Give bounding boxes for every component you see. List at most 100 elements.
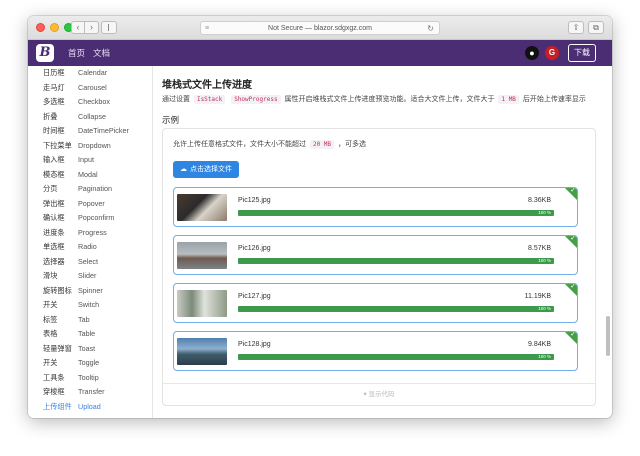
- sidebar-item-carousel[interactable]: 走马灯 Carousel: [28, 81, 152, 96]
- progress-bar: 100 %: [238, 354, 554, 360]
- file-size: 11.19KB: [524, 293, 551, 300]
- share-icon[interactable]: ⇧: [568, 21, 584, 34]
- page-icon: ≡: [205, 25, 210, 32]
- desc-text: 通过设置: [162, 96, 190, 103]
- sidebar-item-radio[interactable]: 单选框 Radio: [28, 240, 152, 255]
- desc-text: 属性开启堆栈式文件上传进度预览功能。适合大文件上传，文件大于: [284, 96, 495, 103]
- browser-actions: ⇧ ⧉: [568, 21, 604, 34]
- sidebar-item-en-label: Switch: [78, 300, 100, 309]
- sidebar-item-cn-label: 折叠: [43, 111, 58, 121]
- sidebar-item-en-label: Tooltip: [78, 372, 99, 382]
- code-showprogress: ShowProgress: [231, 95, 281, 104]
- select-file-button[interactable]: ☁ 点击选择文件: [173, 161, 239, 178]
- browser-toolbar: ‹ › ≡ Not Secure — blazor.sdgxgz.com ↻ ⇧…: [28, 16, 612, 40]
- tabs-icon[interactable]: ⧉: [588, 21, 604, 34]
- main-content: 堆栈式文件上传进度 通过设置 IsStack ShowProgress 属性开启…: [154, 66, 612, 418]
- check-icon: ✓: [570, 235, 576, 242]
- sidebar-item-spinner[interactable]: 旋转图标 Spinner: [28, 284, 152, 299]
- sidebar-item-cn-label: 标签: [43, 314, 58, 324]
- nav-link-home[interactable]: 首页: [68, 47, 85, 59]
- sidebar-item-cn-label: 单选框: [43, 242, 65, 251]
- sidebar-item-cn-label: 输入框: [43, 155, 65, 164]
- sidebar-item-en-label: Tab: [78, 314, 90, 324]
- sidebar-item-en-label: Toast: [78, 343, 96, 353]
- sidebar-item-cn-label: 选择器: [43, 256, 65, 266]
- forward-button[interactable]: ›: [85, 21, 99, 34]
- file-size: 8.57KB: [528, 245, 551, 252]
- file-size: 9.84KB: [528, 341, 551, 348]
- nav-links: 首页 文档: [68, 47, 110, 59]
- sidebar-item-en-label: Upload: [78, 401, 101, 411]
- sidebar-item-checkbox[interactable]: 多选框 Checkbox: [28, 95, 152, 110]
- cloud-upload-icon: ☁: [180, 166, 187, 173]
- sidebar-toggle-button[interactable]: [101, 21, 117, 34]
- sidebar-item-transfer[interactable]: 穿梭框 Transfer: [28, 385, 152, 400]
- file-item: Pic128.jpg 9.84KB 100 % ✓: [173, 331, 578, 371]
- file-name: Pic128.jpg: [238, 341, 271, 348]
- sidebar-item-en-label: Collapse: [78, 111, 106, 121]
- file-item: Pic125.jpg 8.36KB 100 % ✓: [173, 187, 578, 227]
- reload-icon[interactable]: ↻: [427, 22, 434, 35]
- progress-bar: 100 %: [238, 258, 554, 264]
- sidebar-item-en-label: Table: [78, 329, 96, 338]
- back-button[interactable]: ‹: [71, 21, 85, 34]
- check-icon: ✓: [570, 187, 576, 194]
- description: 通过设置 IsStack ShowProgress 属性开启堆栈式文件上传进度预…: [162, 94, 586, 104]
- sidebar-item-cn-label: 开关: [43, 358, 58, 367]
- sidebar-item-table[interactable]: 表格 Table: [28, 327, 152, 342]
- sidebar-item-switch[interactable]: 开关 Switch: [28, 298, 152, 313]
- sidebar-item-en-label: Radio: [78, 242, 97, 251]
- sidebar-item-select[interactable]: 选择器 Select: [28, 255, 152, 270]
- sidebar-item-en-label: DateTimePicker: [78, 126, 129, 135]
- sidebar-item-cn-label: 旋转图标: [43, 285, 72, 295]
- sidebar-item-modal[interactable]: 模态框 Modal: [28, 168, 152, 183]
- sidebar-item-collapse[interactable]: 折叠 Collapse: [28, 110, 152, 125]
- sidebar-item-calendar[interactable]: 日历框 Calendar: [28, 66, 152, 81]
- progress-bar: 100 %: [238, 306, 554, 312]
- sidebar-item-datetimepicker[interactable]: 时间框 DateTimePicker: [28, 124, 152, 139]
- sidebar-item-input[interactable]: 输入框 Input: [28, 153, 152, 168]
- file-name: Pic126.jpg: [238, 245, 271, 252]
- minimize-window-button[interactable]: [50, 23, 59, 32]
- file-name: Pic127.jpg: [238, 293, 271, 300]
- desc-text: 后开始上传速率显示: [522, 96, 586, 103]
- demo-intro: 允许上传任意格式文件，文件大小不能超过 20 MB ，可多选: [173, 139, 366, 149]
- sidebar-item-cn-label: 模态框: [43, 169, 65, 179]
- sidebar-item-pagination[interactable]: 分页 Pagination: [28, 182, 152, 197]
- sidebar-item-en-label: Checkbox: [78, 97, 110, 106]
- sidebar-item-tooltip[interactable]: 工具条 Tooltip: [28, 371, 152, 386]
- address-text: Not Secure — blazor.sdgxgz.com: [268, 25, 372, 32]
- sidebar-item-cn-label: 分页: [43, 184, 58, 193]
- close-window-button[interactable]: [36, 23, 45, 32]
- brand-logo[interactable]: B: [36, 44, 54, 62]
- download-button[interactable]: 下载: [568, 44, 596, 62]
- sidebar-item-en-label: Transfer: [78, 387, 105, 396]
- sidebar-item-progress[interactable]: 进度条 Progress: [28, 226, 152, 241]
- sidebar-item-dropdown[interactable]: 下拉菜单 Dropdown: [28, 139, 152, 154]
- nav-link-docs[interactable]: 文档: [93, 47, 110, 59]
- sidebar-item-popover[interactable]: 弹出框 Popover: [28, 197, 152, 212]
- browser-window: ‹ › ≡ Not Secure — blazor.sdgxgz.com ↻ ⇧…: [28, 16, 612, 418]
- file-size: 8.36KB: [528, 197, 551, 204]
- file-thumbnail: [177, 242, 227, 269]
- sidebar-item-en-label: Dropdown: [78, 140, 111, 150]
- sidebar-item-upload[interactable]: 上传组件 Upload: [28, 400, 152, 415]
- file-item: Pic126.jpg 8.57KB 100 % ✓: [173, 235, 578, 275]
- sidebar-item-toggle[interactable]: 开关 Toggle: [28, 356, 152, 371]
- intro-text: 允许上传任意格式文件，文件大小不能超过: [173, 141, 306, 148]
- address-bar[interactable]: ≡ Not Secure — blazor.sdgxgz.com ↻: [200, 21, 440, 35]
- file-thumbnail: [177, 194, 227, 221]
- gitee-icon[interactable]: G: [545, 46, 559, 60]
- section-title: 示例: [162, 115, 180, 125]
- sidebar-item-slider[interactable]: 滑块 Slider: [28, 269, 152, 284]
- sidebar-item-tab[interactable]: 标签 Tab: [28, 313, 152, 328]
- show-code-label: 显示代码: [368, 391, 395, 398]
- github-icon[interactable]: ●: [525, 46, 539, 60]
- intro-text: ，可多选: [337, 141, 366, 148]
- sidebar-item-popconfirm[interactable]: 确认框 Popconfirm: [28, 211, 152, 226]
- page-scrollbar[interactable]: [606, 316, 610, 356]
- show-code-toggle[interactable]: ▾ 显示代码: [163, 383, 595, 405]
- sidebar-item-toast[interactable]: 轻量弹窗 Toast: [28, 342, 152, 357]
- sidebar-item-en-label: Calendar: [78, 68, 108, 77]
- sidebar-item-en-label: Popconfirm: [78, 213, 115, 222]
